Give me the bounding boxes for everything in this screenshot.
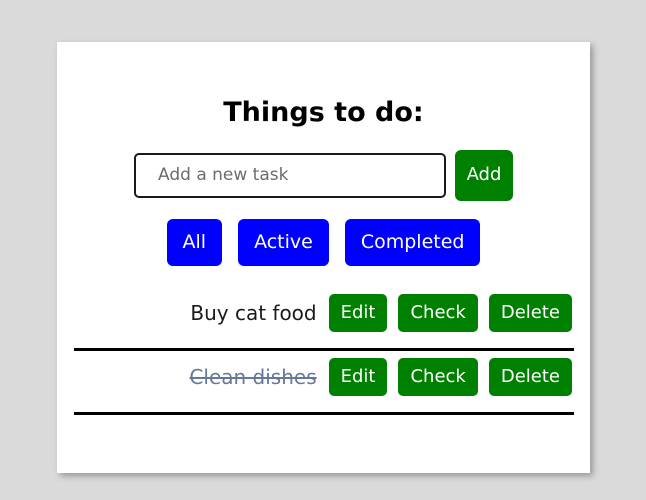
task-row: Clean dishes Edit Check Delete bbox=[57, 351, 590, 403]
task-check-button[interactable]: Check bbox=[398, 293, 478, 332]
task-edit-button[interactable]: Edit bbox=[328, 357, 388, 396]
filter-button-group: All Active Completed bbox=[57, 218, 590, 266]
filter-button-completed[interactable]: Completed bbox=[344, 218, 481, 266]
task-label: Buy cat food bbox=[190, 300, 317, 325]
task-check-button[interactable]: Check bbox=[398, 357, 478, 396]
task-delete-button[interactable]: Delete bbox=[488, 357, 572, 396]
add-task-form: Add bbox=[57, 149, 590, 201]
task-action-group: Edit Check Delete bbox=[328, 293, 572, 332]
page-title: Things to do: bbox=[223, 97, 424, 128]
new-task-input[interactable] bbox=[134, 152, 446, 198]
filter-button-all[interactable]: All bbox=[166, 218, 223, 266]
task-edit-button[interactable]: Edit bbox=[328, 293, 388, 332]
todo-card: Things to do: Add All Active Completed B… bbox=[57, 42, 590, 473]
list-item: Clean dishes Edit Check Delete bbox=[57, 351, 590, 415]
task-row: Buy cat food Edit Check Delete bbox=[57, 287, 590, 339]
task-list: Buy cat food Edit Check Delete Clean dis… bbox=[57, 287, 590, 415]
task-divider bbox=[74, 411, 574, 415]
filter-button-active[interactable]: Active bbox=[238, 218, 329, 266]
task-label: Clean dishes bbox=[189, 364, 317, 389]
task-action-group: Edit Check Delete bbox=[328, 357, 572, 396]
list-item: Buy cat food Edit Check Delete bbox=[57, 287, 590, 351]
task-delete-button[interactable]: Delete bbox=[488, 293, 572, 332]
add-task-button[interactable]: Add bbox=[455, 149, 513, 201]
app-root: Things to do: Add All Active Completed B… bbox=[0, 0, 646, 500]
